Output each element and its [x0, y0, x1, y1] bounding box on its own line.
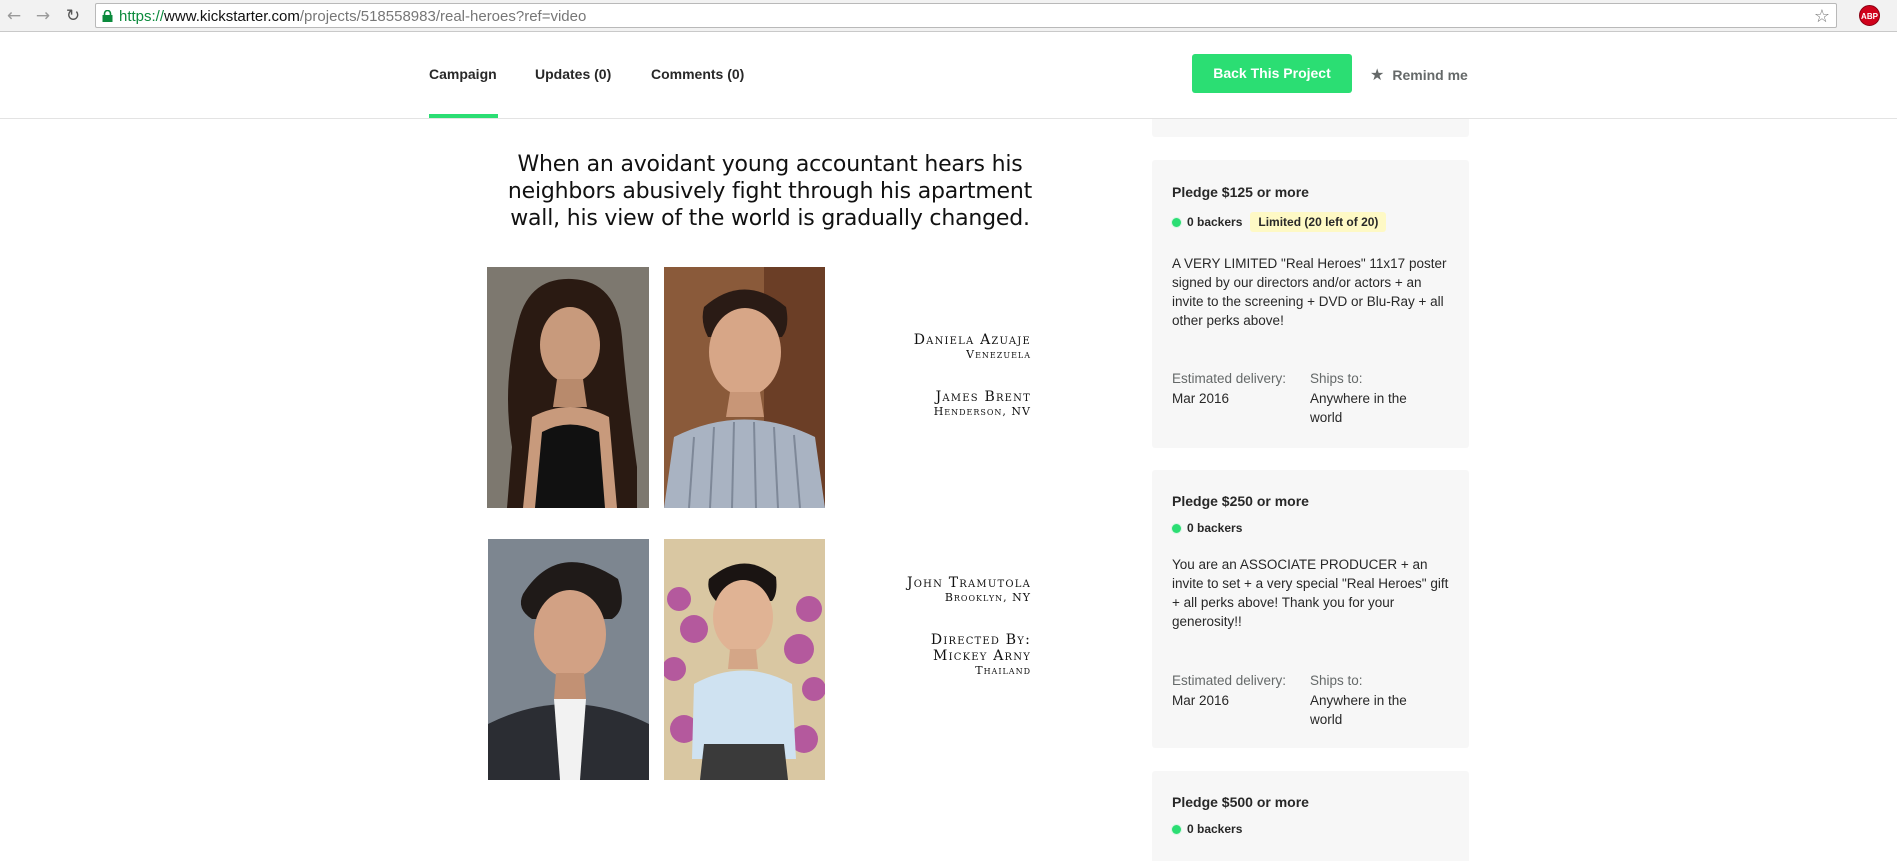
reload-icon[interactable]: ↻: [63, 6, 83, 26]
cast-photo-james: [664, 267, 825, 508]
address-bar[interactable]: https://www.kickstarter.com/projects/518…: [95, 3, 1837, 28]
remind-me-button[interactable]: ★ Remind me: [1370, 65, 1468, 84]
cast-photo-daniela: [487, 267, 649, 508]
adblock-icon[interactable]: ABP: [1859, 5, 1880, 26]
remind-me-label: Remind me: [1392, 67, 1468, 83]
url-path: /projects/518558983/real-heroes?ref=vide…: [299, 8, 587, 25]
cast-location: Henderson, NV: [933, 405, 1031, 418]
cast-location: Venezuela: [966, 348, 1031, 361]
tab-updates[interactable]: Updates (0): [535, 66, 611, 82]
pledge-title: Pledge $500 or more: [1172, 794, 1309, 810]
reward-card[interactable]: Pledge $250 or more 0 backers You are an…: [1152, 470, 1469, 748]
bookmark-star-icon[interactable]: ☆: [1814, 6, 1830, 27]
project-nav: Campaign Updates (0) Comments (0) Back T…: [0, 33, 1897, 119]
url-host: www.kickstarter.com: [164, 8, 300, 25]
director-location: Thailand: [975, 664, 1031, 677]
url-scheme: https://: [119, 8, 165, 25]
tab-campaign[interactable]: Campaign: [429, 66, 497, 82]
cast-location: Brooklyn, NY: [944, 591, 1031, 604]
pledge-title: Pledge $125 or more: [1172, 184, 1309, 200]
ships-label: Ships to:: [1310, 371, 1363, 386]
active-tab-indicator: [429, 114, 498, 118]
ships-value: Anywhere in the world: [1310, 693, 1407, 727]
reward-description: You are an ASSOCIATE PRODUCER + an invit…: [1172, 557, 1449, 629]
backers-count: 0 backers: [1187, 822, 1243, 836]
backers-count: 0 backers: [1187, 521, 1243, 535]
limited-badge: Limited (20 left of 20): [1250, 212, 1387, 232]
backers-row: 0 backers: [1172, 822, 1242, 836]
cast-credit-daniela: Daniela Azuaje Venezuela: [860, 332, 1031, 361]
tab-comments[interactable]: Comments (0): [651, 66, 744, 82]
cast-credit-john: John Tramutola Brooklyn, NY: [860, 575, 1031, 604]
director-label: Directed By:: [930, 632, 1031, 648]
reward-description: A VERY LIMITED "Real Heroes" 11x17 poste…: [1172, 256, 1447, 328]
star-icon: ★: [1370, 65, 1385, 84]
delivery-label: Estimated delivery:: [1172, 371, 1287, 386]
cast-photo-mickey: [664, 539, 825, 780]
back-arrow-icon[interactable]: ←: [4, 6, 24, 26]
delivery-value: Mar 2016: [1172, 391, 1230, 406]
cast-name: Daniela Azuaje: [913, 332, 1031, 348]
browser-toolbar: ← → ↻ https://www.kickstarter.com/projec…: [0, 0, 1897, 32]
backers-row: 0 backers Limited (20 left of 20): [1172, 212, 1387, 232]
ships-value: Anywhere in the world: [1310, 391, 1407, 425]
delivery-value: Mar 2016: [1172, 693, 1230, 708]
campaign-tagline: When an avoidant young accountant hears …: [507, 152, 1033, 231]
reward-card-previous[interactable]: [1152, 119, 1469, 137]
backers-dot-icon: [1172, 524, 1181, 533]
director-name: Mickey Arny: [933, 648, 1031, 664]
delivery-label: Estimated delivery:: [1172, 673, 1287, 688]
pledge-title: Pledge $250 or more: [1172, 493, 1309, 509]
backers-dot-icon: [1172, 218, 1181, 227]
reward-card[interactable]: Pledge $125 or more 0 backers Limited (20…: [1152, 160, 1469, 448]
back-this-project-button[interactable]: Back This Project: [1192, 54, 1352, 93]
backers-count: 0 backers: [1187, 215, 1243, 229]
url-text: https://www.kickstarter.com/projects/518…: [119, 8, 586, 25]
cast-photo-john: [488, 539, 649, 780]
forward-arrow-icon[interactable]: →: [33, 6, 53, 26]
backers-dot-icon: [1172, 825, 1181, 834]
cast-name: James Brent: [935, 389, 1031, 405]
cast-credit-james: James Brent Henderson, NV: [860, 389, 1031, 418]
director-credit: Directed By: Mickey Arny Thailand: [860, 632, 1031, 677]
ships-label: Ships to:: [1310, 673, 1363, 688]
lock-icon: [102, 10, 113, 22]
cast-name: John Tramutola: [906, 575, 1031, 591]
reward-card[interactable]: Pledge $500 or more 0 backers: [1152, 771, 1469, 861]
backers-row: 0 backers: [1172, 521, 1242, 535]
